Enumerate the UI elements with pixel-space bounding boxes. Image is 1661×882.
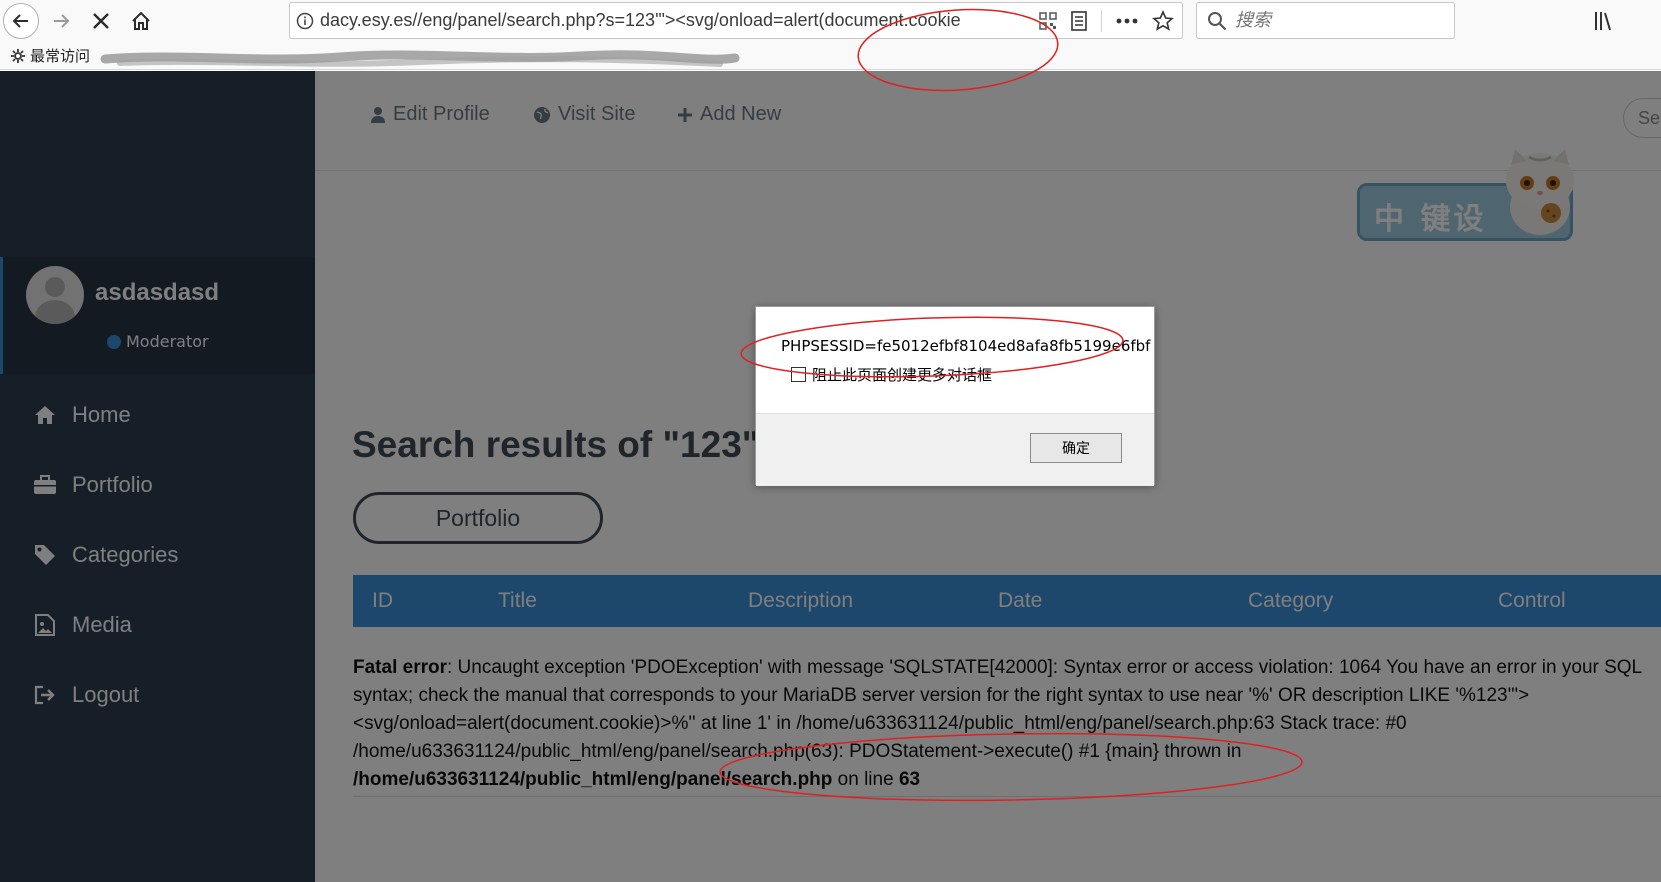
gear-icon [11,48,25,63]
more-actions-icon[interactable] [1116,18,1138,24]
star-icon[interactable] [1152,9,1174,32]
qr-code-icon[interactable] [1039,11,1057,30]
url-actions [1039,3,1174,38]
back-button[interactable] [3,3,39,39]
url-separator [1101,9,1102,32]
suppress-dialogs-row[interactable]: 阻止此页面创建更多对话框 [791,364,992,385]
suppress-dialogs-checkbox[interactable] [791,367,806,382]
alert-body: PHPSESSID=fe5012efbf8104ed8afa8fb5199e6f… [756,307,1154,413]
search-icon [1208,11,1227,30]
bookmark-most-visited[interactable]: 最常访问 [10,45,90,66]
info-icon[interactable] [290,12,320,30]
library-button[interactable] [1590,6,1620,36]
forward-button[interactable] [43,3,79,39]
url-fade [990,10,1030,31]
url-text[interactable]: dacy.esy.es//eng/panel/search.php?s=123'… [320,10,1030,31]
alert-dialog: PHPSESSID=fe5012efbf8104ed8afa8fb5199e6f… [755,306,1155,486]
browser-window: { "browser": { "url": "dacy.esy.es//eng/… [0,0,1661,882]
reader-view-icon[interactable] [1071,10,1087,31]
url-bar[interactable]: dacy.esy.es//eng/panel/search.php?s=123'… [289,2,1183,39]
arrow-right-icon [54,14,70,28]
redaction-scribble [100,50,740,67]
stop-button[interactable] [83,3,119,39]
bookmark-label: 最常访问 [30,47,91,65]
suppress-dialogs-label: 阻止此页面创建更多对话框 [812,366,993,384]
alert-footer: 确定 [756,413,1154,486]
bookmarks-bar: 最常访问 [0,41,1661,70]
home-button[interactable] [123,3,159,39]
close-icon [93,13,109,29]
url-value: dacy.esy.es//eng/panel/search.php?s=123'… [320,10,961,30]
ok-button[interactable]: 确定 [1030,433,1122,463]
browser-toolbar: dacy.esy.es//eng/panel/search.php?s=123'… [0,0,1661,41]
arrow-left-icon [12,14,28,28]
browser-search-input[interactable] [1235,10,1445,31]
browser-search-bar[interactable] [1196,2,1455,39]
alert-message: PHPSESSID=fe5012efbf8104ed8afa8fb5199e6f… [781,337,1151,355]
home-icon [132,11,150,30]
library-icon [1595,12,1611,31]
